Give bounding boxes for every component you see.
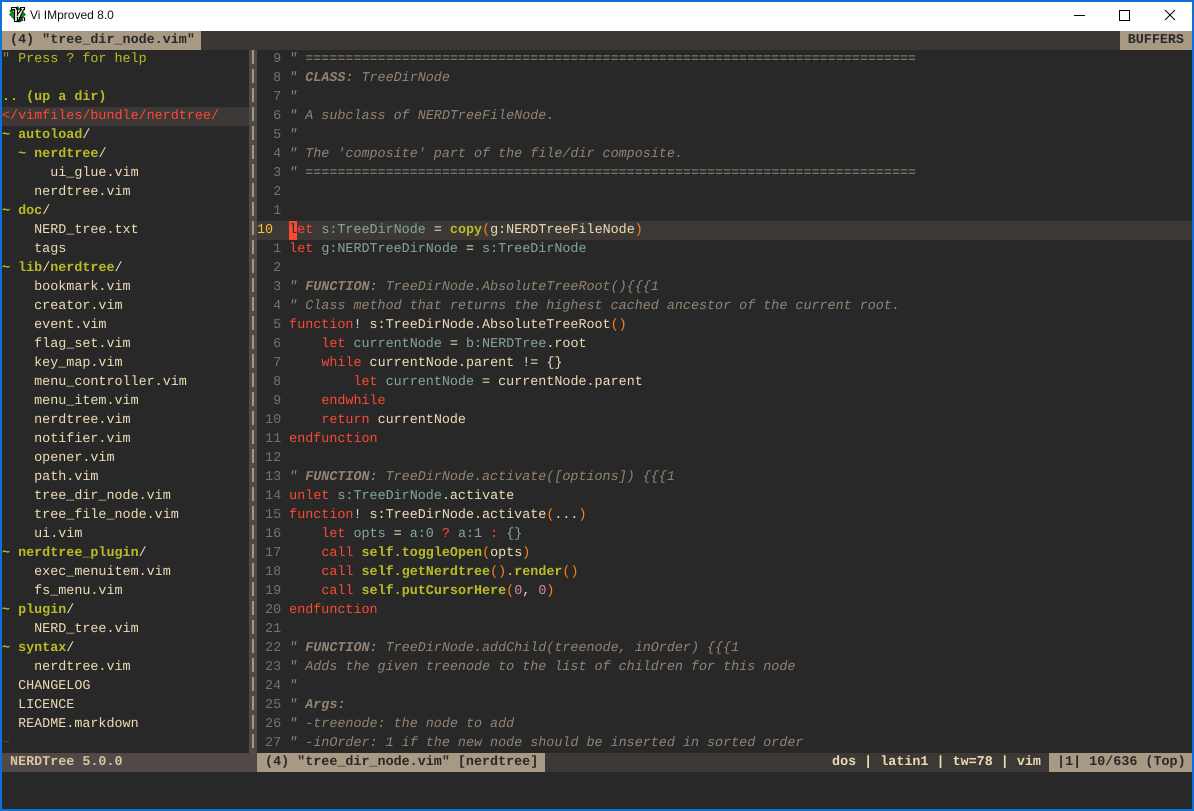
svg-text:im: im	[16, 13, 25, 23]
